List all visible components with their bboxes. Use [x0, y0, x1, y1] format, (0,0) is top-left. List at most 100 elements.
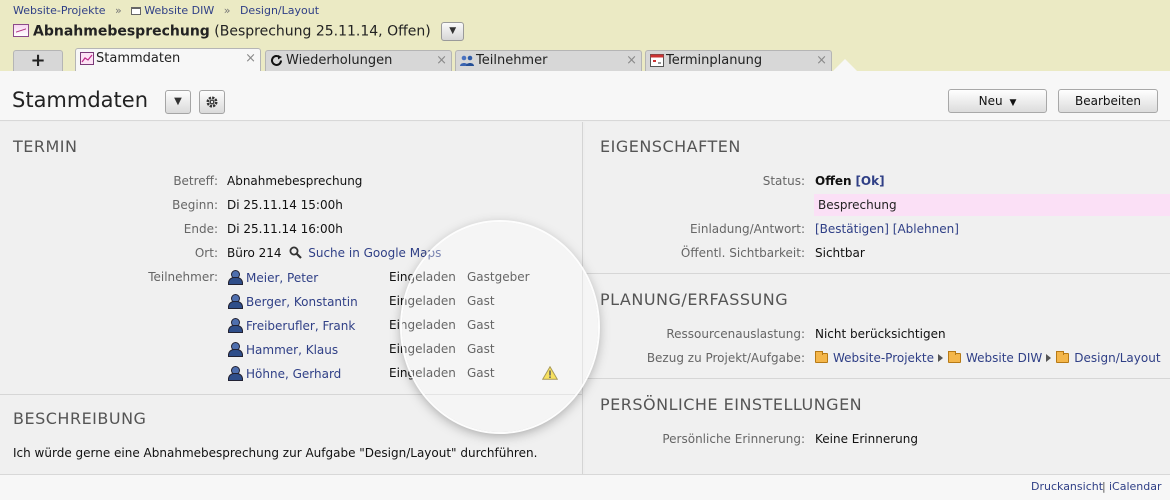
breadcrumb-item-website-diw[interactable]: Website DIW: [144, 4, 214, 17]
project-icon: [815, 351, 828, 363]
schedule-icon: [650, 54, 664, 67]
plus-icon: +: [30, 50, 46, 71]
breadcrumb-item-website-projekte[interactable]: Website-Projekte: [13, 4, 106, 17]
participant-role: Gast: [467, 342, 495, 356]
tab-label: Wiederholungen: [286, 53, 393, 68]
view-menu-button[interactable]: ▼: [165, 90, 191, 114]
participant-role: Gastgeber: [467, 270, 530, 284]
erinnerung-value: Keine Erinnerung: [815, 432, 918, 446]
settings-button[interactable]: [199, 90, 225, 114]
type-badge: Besprechung: [814, 194, 1170, 216]
close-icon[interactable]: ×: [436, 51, 447, 71]
person-icon: [227, 318, 243, 333]
neu-button[interactable]: Neu ▼: [948, 89, 1047, 113]
betreff-label: Betreff:: [173, 174, 218, 188]
bearbeiten-button[interactable]: Bearbeiten: [1058, 89, 1158, 113]
beginn-value: Di 25.11.14 15:00h: [227, 198, 343, 212]
beschreibung-text: Ich würde gerne eine Abnahmebesprechung …: [13, 446, 538, 460]
bezug-path: Website-Projekte Website DIW Design/Layout: [815, 351, 1161, 365]
right-column: EIGENSCHAFTEN Status: Offen [Ok] Besprec…: [585, 122, 1170, 474]
page-header: Stammdaten ▼ Neu ▼ Bearbeiten: [0, 71, 1170, 121]
page-title: Abnahmebesprechung (Besprechung 25.11.14…: [13, 22, 465, 42]
breadcrumb: Website-Projekte » Website DIW » Design/…: [13, 4, 319, 17]
bezug-link-design-layout[interactable]: Design/Layout: [1074, 351, 1160, 365]
participant-role: Gast: [467, 366, 495, 380]
bezug-link-website-projekte[interactable]: Website-Projekte: [833, 351, 934, 365]
close-icon[interactable]: ×: [626, 51, 637, 71]
neu-label: Neu: [978, 94, 1003, 108]
participant-row: Berger, Konstantin: [227, 294, 358, 309]
chevron-down-icon: ▼: [1009, 98, 1017, 108]
ablehnen-link[interactable]: [Ablehnen]: [893, 222, 959, 236]
ressourcen-value: Nicht berücksichtigen: [815, 327, 946, 341]
person-icon: [227, 366, 243, 381]
teilnehmer-label: Teilnehmer:: [148, 270, 218, 284]
sichtbarkeit-value: Sichtbar: [815, 246, 865, 260]
title-menu-button[interactable]: ▼: [441, 22, 465, 41]
participant-row: Meier, Peter: [227, 270, 318, 285]
icalendar-link[interactable]: iCalendar: [1109, 480, 1162, 493]
folder-icon: [1056, 351, 1070, 363]
tab-stammdaten[interactable]: Stammdaten ×: [75, 48, 261, 71]
breadcrumb-item-design-layout[interactable]: Design/Layout: [240, 4, 319, 17]
tab-label: Teilnehmer: [476, 53, 548, 68]
breadcrumb-separator: »: [115, 4, 122, 17]
participant-row: Hammer, Klaus: [227, 342, 338, 357]
repeat-icon: [271, 54, 282, 66]
status-text: Offen: [815, 174, 852, 188]
google-maps-link[interactable]: Suche in Google Maps: [308, 246, 441, 260]
tab-bar: + Stammdaten × Wiederholungen × Teilnehm…: [0, 48, 1170, 71]
participant-row: Freiberufler, Frank: [227, 318, 355, 333]
participant-name[interactable]: Höhne, Gerhard: [246, 367, 341, 381]
left-column: TERMIN Betreff: Abnahmebesprechung Begin…: [0, 122, 583, 474]
page-heading: Stammdaten: [12, 88, 149, 112]
appointment-icon: [13, 23, 29, 37]
ort-label: Ort:: [194, 246, 218, 260]
ressourcen-label: Ressourcenauslastung:: [666, 327, 805, 341]
erinnerung-label: Persönliche Erinnerung:: [662, 432, 805, 446]
divider: [585, 378, 1170, 379]
participant-name[interactable]: Freiberufler, Frank: [246, 319, 355, 333]
tab-bar-end: [833, 59, 857, 71]
chevron-right-icon: [937, 354, 943, 362]
beschreibung-title: BESCHREIBUNG: [13, 409, 147, 428]
status-ok-link[interactable]: [Ok]: [855, 174, 884, 188]
eigenschaften-title: EIGENSCHAFTEN: [600, 137, 741, 156]
warning-icon[interactable]: [542, 366, 558, 380]
status-value: Offen [Ok]: [815, 174, 885, 188]
title-suffix: (Besprechung 25.11.14, Offen): [214, 23, 431, 40]
einladung-label: Einladung/Antwort:: [689, 222, 805, 236]
add-tab-button[interactable]: +: [13, 50, 63, 71]
druckansicht-link[interactable]: Druckansicht: [1031, 480, 1103, 493]
person-icon: [227, 294, 243, 309]
calendar-chart-icon: [80, 52, 94, 65]
participant-status: Eingeladen: [389, 270, 456, 284]
participant-name[interactable]: Hammer, Klaus: [246, 343, 338, 357]
footer-separator: |: [1102, 480, 1106, 493]
participant-name[interactable]: Berger, Konstantin: [246, 295, 358, 309]
bestaetigen-link[interactable]: [Bestätigen]: [815, 222, 889, 236]
tab-wiederholungen[interactable]: Wiederholungen ×: [265, 50, 452, 71]
status-label: Status:: [762, 174, 805, 188]
close-icon[interactable]: ×: [245, 49, 256, 69]
people-icon: [460, 55, 474, 66]
divider: [585, 273, 1170, 274]
chevron-right-icon: [1046, 354, 1052, 362]
close-icon[interactable]: ×: [816, 51, 827, 71]
divider: [0, 394, 583, 395]
participant-row: Höhne, Gerhard: [227, 366, 341, 381]
participant-name[interactable]: Meier, Peter: [246, 271, 318, 285]
bezug-link-website-diw[interactable]: Website DIW: [966, 351, 1042, 365]
planung-title: PLANUNG/ERFASSUNG: [600, 290, 789, 309]
chevron-down-icon: ▼: [449, 26, 457, 36]
participant-status: Eingeladen: [389, 366, 456, 380]
tab-teilnehmer[interactable]: Teilnehmer ×: [455, 50, 642, 71]
folder-icon: [947, 351, 961, 363]
search-icon: [289, 246, 303, 259]
participant-status: Eingeladen: [389, 294, 456, 308]
person-icon: [227, 342, 243, 357]
bearbeiten-label: Bearbeiten: [1075, 94, 1141, 108]
breadcrumb-separator: »: [223, 4, 231, 17]
tab-terminplanung[interactable]: Terminplanung ×: [645, 50, 832, 71]
ort-text: Büro 214: [227, 246, 282, 260]
